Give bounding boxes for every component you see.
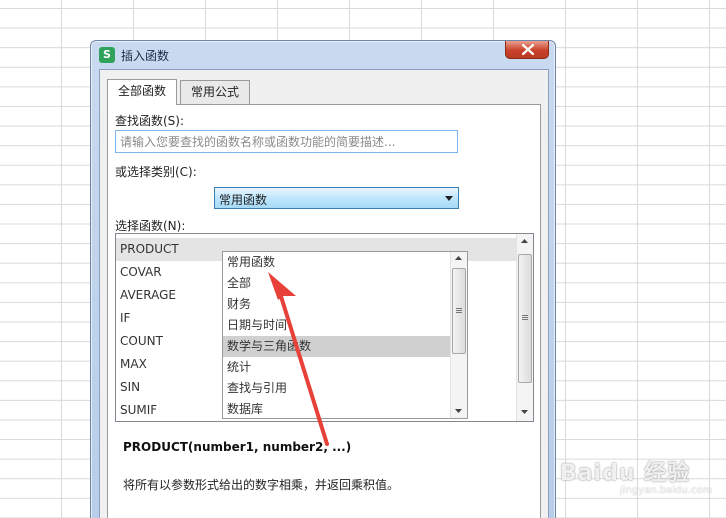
insert-function-dialog: S 插入函数 全部函数 常用公式 查找函数(S): 或选择类别(C): 常用函数… <box>90 40 556 518</box>
function-list-label: 选择函数(N): <box>115 219 186 233</box>
dialog-body: 全部函数 常用公式 查找函数(S): 或选择类别(C): 常用函数 选择函数(N… <box>99 69 549 518</box>
function-description: 将所有以参数形式给出的数字相乘，并返回乘积值。 <box>123 478 400 492</box>
chevron-down-icon <box>445 196 453 201</box>
function-signature: PRODUCT(number1, number2, ...) <box>123 440 352 454</box>
category-dropdown-scroll-thumb[interactable] <box>452 268 466 354</box>
category-option-statistics[interactable]: 统计 <box>223 357 450 378</box>
dialog-title: 插入函数 <box>121 49 170 63</box>
category-option-database[interactable]: 数据库 <box>223 399 450 418</box>
search-label: 查找函数(S): <box>115 114 185 128</box>
scroll-up-arrow-icon[interactable] <box>455 256 462 260</box>
function-list-scroll-thumb[interactable] <box>518 254 532 383</box>
close-icon <box>522 44 534 55</box>
category-option-date-time[interactable]: 日期与时间 <box>223 315 450 336</box>
category-option-all[interactable]: 全部 <box>223 273 450 294</box>
category-dropdown-list[interactable]: 常用函数 全部 财务 日期与时间 数学与三角函数 统计 查找与引用 数据库 <box>222 251 468 419</box>
wps-spreadsheet-icon: S <box>99 47 115 63</box>
scroll-down-arrow-icon[interactable] <box>521 410 528 414</box>
dialog-titlebar[interactable]: S 插入函数 <box>91 41 555 69</box>
category-option-lookup-reference[interactable]: 查找与引用 <box>223 378 450 399</box>
category-dropdown-scrollbar[interactable] <box>450 252 467 418</box>
category-label: 或选择类别(C): <box>115 165 197 179</box>
category-select[interactable]: 常用函数 <box>214 187 459 209</box>
scroll-up-arrow-icon[interactable] <box>521 239 528 243</box>
scroll-down-arrow-icon[interactable] <box>455 409 462 413</box>
function-list-scrollbar[interactable] <box>516 234 533 421</box>
category-option-common[interactable]: 常用函数 <box>223 252 450 273</box>
tab-all-functions[interactable]: 全部函数 <box>107 79 178 105</box>
function-search-input[interactable] <box>115 130 458 153</box>
tab-common-formulas[interactable]: 常用公式 <box>180 80 251 104</box>
category-selected-value: 常用函数 <box>219 193 268 207</box>
category-option-finance[interactable]: 财务 <box>223 294 450 315</box>
watermark-text: Baidu 经验 <box>560 461 691 486</box>
baidu-jingyan-watermark: Baidu 经验 jingyan.baidu.com <box>560 455 712 496</box>
close-button[interactable] <box>505 41 549 59</box>
category-option-math-trig[interactable]: 数学与三角函数 <box>223 336 450 357</box>
